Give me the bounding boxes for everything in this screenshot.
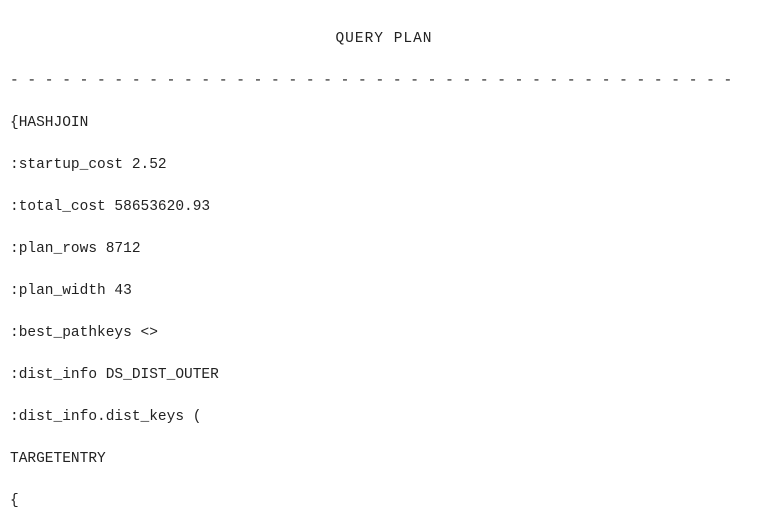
plan-line: TARGETENTRY: [10, 449, 758, 470]
plan-line: :plan_rows 8712: [10, 239, 758, 260]
query-plan-output: QUERY PLAN - - - - - - - - - - - - - - -…: [0, 0, 768, 522]
plan-line: :plan_width 43: [10, 281, 758, 302]
plan-line: :dist_info DS_DIST_OUTER: [10, 365, 758, 386]
separator-line: - - - - - - - - - - - - - - - - - - - - …: [10, 71, 758, 92]
plan-line: :best_pathkeys <>: [10, 323, 758, 344]
plan-line: :startup_cost 2.52: [10, 155, 758, 176]
plan-line: {: [10, 491, 758, 512]
plan-line: :dist_info.dist_keys (: [10, 407, 758, 428]
plan-title: QUERY PLAN: [10, 29, 758, 50]
plan-line: {HASHJOIN: [10, 113, 758, 134]
plan-line: :total_cost 58653620.93: [10, 197, 758, 218]
